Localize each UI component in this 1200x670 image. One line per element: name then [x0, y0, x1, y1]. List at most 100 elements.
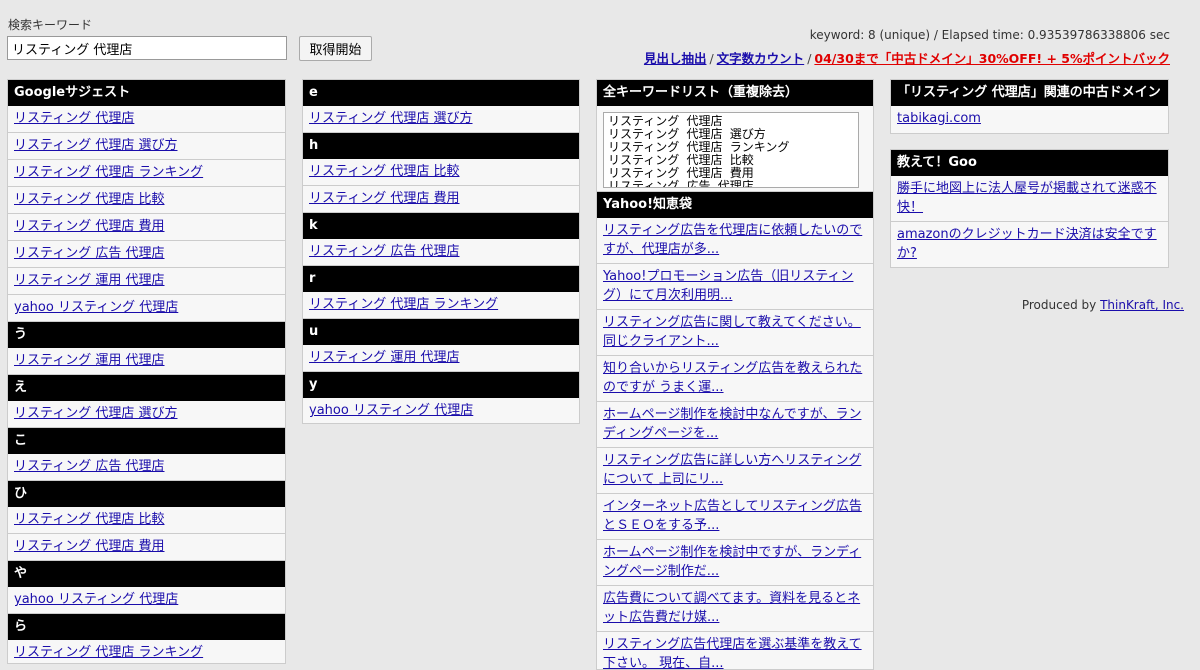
list-item: 広告費について調べてます。資料を見るとネット広告費だけ媒...	[597, 586, 873, 632]
group-header: k	[303, 213, 579, 239]
list-item: リスティング広告を代理店に依頼したいのですが、代理店が多...	[597, 218, 873, 264]
suggest-link[interactable]: リスティング 代理店 比較	[14, 192, 165, 207]
yahoo-question-link[interactable]: インターネット広告としてリスティング広告とＳＥＯをする予...	[603, 499, 862, 533]
stats-text: keyword: 8 (unique) / Elapsed time: 0.93…	[809, 28, 1170, 42]
list-item: リスティング 代理店 比較	[8, 507, 285, 534]
list-item: リスティング 代理店 選び方	[8, 133, 285, 160]
group-header: e	[303, 80, 579, 106]
produced-by: Produced by ThinKraft, Inc.	[1022, 298, 1184, 312]
list-item: リスティング広告代理店を選ぶ基準を教えて下さい。 現在、自...	[597, 632, 873, 669]
list-item: amazonのクレジットカード決済は安全ですか?	[891, 222, 1168, 267]
group-header: r	[303, 266, 579, 292]
group-header: u	[303, 319, 579, 345]
used-domain-title: 「リスティング 代理店」関連の中古ドメイン	[891, 80, 1168, 106]
list-item: リスティング 広告 代理店	[8, 241, 285, 268]
yahoo-question-link[interactable]: ホームページ制作を検討中なんですが、ランディングページを...	[603, 407, 861, 441]
yahoo-question-link[interactable]: リスティング広告代理店を選ぶ基準を教えて下さい。 現在、自...	[603, 637, 862, 669]
thinkraft-link[interactable]: ThinKraft, Inc.	[1100, 298, 1184, 312]
heading-extract-link[interactable]: 見出し抽出	[644, 51, 707, 66]
list-item: リスティング 広告 代理店	[8, 454, 285, 481]
goo-panel: 教えて！Goo 勝手に地図上に法人屋号が掲載されて迷惑不快！ amazonのクレ…	[890, 149, 1169, 268]
suggest-link[interactable]: リスティング 代理店 選び方	[14, 138, 178, 153]
list-item: リスティング 代理店 選び方	[8, 401, 285, 428]
sale-link[interactable]: 04/30まで「中古ドメイン」30%OFF! + 5%ポイントバック	[814, 51, 1170, 66]
suggest-link[interactable]: リスティング 代理店 ランキング	[14, 165, 203, 180]
group-header: y	[303, 372, 579, 398]
suggest-link[interactable]: リスティング 代理店 費用	[14, 539, 165, 554]
start-button[interactable]: 取得開始	[299, 36, 372, 61]
suggest-link[interactable]: リスティング 代理店	[14, 111, 134, 126]
list-item: 勝手に地図上に法人屋号が掲載されて迷惑不快！	[891, 176, 1168, 222]
group-header: や	[8, 561, 285, 587]
list-item: リスティング 代理店 ランキング	[8, 640, 285, 663]
separator: /	[709, 51, 714, 66]
yahoo-title: Yahoo!知恵袋	[597, 192, 873, 218]
list-item: 知り合いからリスティング広告を教えられたのですが うまく運...	[597, 356, 873, 402]
suggest-link[interactable]: yahoo リスティング 代理店	[14, 300, 178, 315]
list-item: リスティング 代理店 選び方	[303, 106, 579, 133]
yahoo-question-link[interactable]: Yahoo!プロモーション広告（旧リスティング）にて月次利用明...	[603, 269, 853, 303]
keyword-yahoo-panel: 全キーワードリスト（重複除去） リスティング 代理店 リスティング 代理店 選び…	[596, 79, 874, 670]
yahoo-question-link[interactable]: リスティング広告に詳しい方へリスティングについて 上司にリ...	[603, 453, 861, 487]
all-keywords-textarea[interactable]: リスティング 代理店 リスティング 代理店 選び方 リスティング 代理店 ランキ…	[603, 112, 859, 188]
produced-by-label: Produced by	[1021, 298, 1101, 312]
list-item: yahoo リスティング 代理店	[8, 587, 285, 614]
goo-question-link[interactable]: amazonのクレジットカード決済は安全ですか?	[897, 227, 1157, 261]
suggest-link[interactable]: リスティング 代理店 比較	[309, 164, 460, 179]
list-item: yahoo リスティング 代理店	[303, 398, 579, 423]
suggest-link[interactable]: リスティング 代理店 選び方	[14, 406, 178, 421]
all-keywords-box: リスティング 代理店 リスティング 代理店 選び方 リスティング 代理店 ランキ…	[597, 106, 873, 192]
list-item: ホームページ制作を検討中ですが、ランディングページ制作だ...	[597, 540, 873, 586]
used-domain-panel: 「リスティング 代理店」関連の中古ドメイン tabikagi.com	[890, 79, 1169, 134]
suggest-link[interactable]: yahoo リスティング 代理店	[14, 592, 178, 607]
search-input[interactable]	[7, 36, 287, 60]
suggest-link[interactable]: リスティング 運用 代理店	[14, 353, 165, 368]
suggest-link[interactable]: リスティング 運用 代理店	[14, 273, 165, 288]
list-item: リスティング広告に関して教えてください。同じクライアント...	[597, 310, 873, 356]
suggest-link[interactable]: リスティング 広告 代理店	[14, 459, 165, 474]
list-item: tabikagi.com	[891, 106, 1168, 133]
group-header: ひ	[8, 481, 285, 507]
suggest-link[interactable]: リスティング 代理店 選び方	[309, 111, 473, 126]
list-item: インターネット広告としてリスティング広告とＳＥＯをする予...	[597, 494, 873, 540]
suggest-link[interactable]: リスティング 代理店 ランキング	[14, 645, 203, 660]
domain-link[interactable]: tabikagi.com	[897, 111, 981, 126]
group-header: え	[8, 375, 285, 401]
suggest-link[interactable]: リスティング 代理店 ランキング	[309, 297, 498, 312]
goo-title: 教えて！Goo	[891, 150, 1168, 176]
suggest-link[interactable]: yahoo リスティング 代理店	[309, 403, 473, 418]
group-header: ら	[8, 614, 285, 640]
yahoo-question-link[interactable]: リスティング広告に関して教えてください。同じクライアント...	[603, 315, 861, 349]
google-suggest-title: Googleサジェスト	[8, 80, 285, 106]
list-item: リスティング 代理店 費用	[303, 186, 579, 213]
suggest-link[interactable]: リスティング 広告 代理店	[14, 246, 165, 261]
suggest-link[interactable]: リスティング 代理店 費用	[14, 219, 165, 234]
suggest-link[interactable]: リスティング 運用 代理店	[309, 350, 460, 365]
list-item: リスティング 代理店	[8, 106, 285, 133]
list-item: リスティング広告に詳しい方へリスティングについて 上司にリ...	[597, 448, 873, 494]
yahoo-question-link[interactable]: ホームページ制作を検討中ですが、ランディングページ制作だ...	[603, 545, 861, 579]
yahoo-question-link[interactable]: リスティング広告を代理店に依頼したいのですが、代理店が多...	[603, 223, 862, 257]
goo-question-link[interactable]: 勝手に地図上に法人屋号が掲載されて迷惑不快！	[897, 181, 1157, 215]
list-item: リスティング 代理店 費用	[8, 214, 285, 241]
google-suggest-panel: Googleサジェスト リスティング 代理店 リスティング 代理店 選び方 リス…	[7, 79, 286, 664]
yahoo-question-link[interactable]: 知り合いからリスティング広告を教えられたのですが うまく運...	[603, 361, 862, 395]
suggest-link[interactable]: リスティング 広告 代理店	[309, 244, 460, 259]
list-item: リスティング 広告 代理店	[303, 239, 579, 266]
group-header: h	[303, 133, 579, 159]
all-keywords-title: 全キーワードリスト（重複除去）	[597, 80, 873, 106]
list-item: リスティング 代理店 ランキング	[8, 160, 285, 187]
group-header: う	[8, 322, 285, 348]
list-item: リスティング 運用 代理店	[303, 345, 579, 372]
group-header: こ	[8, 428, 285, 454]
list-item: yahoo リスティング 代理店	[8, 295, 285, 322]
suggest-link[interactable]: リスティング 代理店 比較	[14, 512, 165, 527]
list-item: リスティング 代理店 費用	[8, 534, 285, 561]
list-item: Yahoo!プロモーション広告（旧リスティング）にて月次利用明...	[597, 264, 873, 310]
list-item: リスティング 代理店 比較	[8, 187, 285, 214]
char-count-link[interactable]: 文字数カウント	[717, 51, 805, 66]
list-item: リスティング 代理店 比較	[303, 159, 579, 186]
suggest-link[interactable]: リスティング 代理店 費用	[309, 191, 460, 206]
yahoo-question-link[interactable]: 広告費について調べてます。資料を見るとネット広告費だけ媒...	[603, 591, 860, 625]
list-item: ホームページ制作を検討中なんですが、ランディングページを...	[597, 402, 873, 448]
